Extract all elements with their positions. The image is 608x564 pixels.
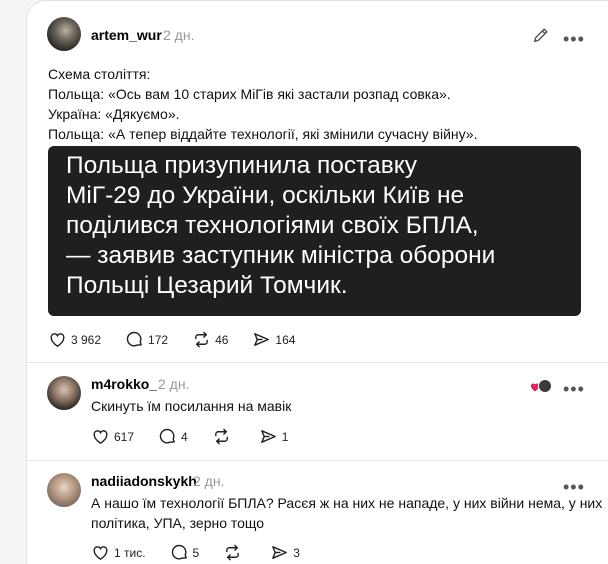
comment-count: 172: [148, 332, 169, 347]
banner-line: поділився технологіями своїх БПЛА,: [66, 212, 479, 239]
share-button[interactable]: 164: [252, 330, 295, 349]
share-icon: [254, 333, 270, 346]
comment-line: А нашо їм технології БПЛА? Расєя ж на ни…: [91, 495, 603, 511]
like-button[interactable]: 3 962: [48, 330, 101, 349]
share-button[interactable]: 3: [270, 543, 300, 562]
comment-text: Скинуть їм посилання на мавік: [91, 398, 292, 414]
post-text: Схема століття: Польща: «Ось вам 10 стар…: [48, 64, 477, 144]
reactions[interactable]: [530, 379, 552, 393]
comment-button[interactable]: 5: [170, 543, 200, 562]
share-icon: [272, 546, 288, 559]
post-line: Схема століття:: [48, 66, 151, 82]
repost-button[interactable]: [223, 543, 246, 562]
image-banner[interactable]: Польща призупинила поставку МіГ-29 до Ук…: [48, 146, 581, 316]
heart-icon: [530, 383, 540, 392]
banner-line: — заявив заступник міністра оборони: [66, 242, 496, 269]
username[interactable]: artem_wur: [91, 27, 162, 43]
more-icon[interactable]: •••: [563, 30, 585, 48]
like-button[interactable]: 617: [91, 427, 134, 446]
banner-line: Польща призупинила поставку: [66, 152, 418, 179]
repost-count: 46: [215, 332, 229, 347]
heart-icon: [50, 333, 65, 347]
share-count: 164: [275, 332, 296, 347]
username[interactable]: m4rokko_: [91, 376, 157, 392]
repost-icon: [226, 544, 240, 561]
like-button[interactable]: 1 тис.: [91, 543, 146, 562]
divider: [27, 362, 608, 363]
comment-count: 4: [181, 429, 188, 444]
comment-text: А нашо їм технології БПЛА? Расєя ж на ни…: [91, 493, 602, 533]
avatar[interactable]: [47, 376, 81, 410]
heart-icon: [93, 546, 108, 560]
timestamp: 2 дн.: [163, 27, 195, 43]
avatar[interactable]: [47, 473, 81, 507]
comment-button[interactable]: 172: [125, 330, 168, 349]
like-count: 1 тис.: [114, 545, 146, 560]
share-count: 3: [293, 545, 300, 560]
like-count: 3 962: [71, 332, 102, 347]
like-count: 617: [114, 429, 135, 444]
pencil-icon[interactable]: [532, 26, 550, 44]
post-line: Польща: «А тепер віддайте технології, як…: [48, 126, 478, 142]
timestamp: 2 дн.: [193, 473, 225, 489]
share-icon: [260, 430, 276, 443]
share-count: 1: [281, 429, 289, 444]
divider: [27, 460, 608, 461]
banner-line: МіГ-29 до України, оскільки Київ не: [66, 182, 465, 209]
timestamp: 2 дн.: [158, 376, 190, 392]
avatar: [538, 379, 552, 393]
more-icon[interactable]: •••: [563, 478, 585, 496]
post-line: Україна: «Дякуємо».: [48, 106, 180, 122]
thread-card: artem_wur 2 дн. ••• Схема століття: Поль…: [26, 0, 608, 564]
comment-button[interactable]: 4: [158, 427, 188, 446]
more-icon[interactable]: •••: [563, 380, 585, 398]
username[interactable]: nadiiadonskykh: [91, 473, 197, 489]
comment-icon: [126, 331, 143, 347]
post-actions: 617 4 1: [91, 427, 312, 446]
comment-icon: [171, 544, 187, 560]
share-button[interactable]: 1: [259, 427, 289, 446]
banner-line: Польщі Цезарий Томчик.: [66, 272, 348, 299]
comment-count: 5: [192, 545, 200, 560]
post-actions: 1 тис. 5 3: [91, 543, 324, 562]
repost-button[interactable]: [212, 427, 235, 446]
post-actions: 3 962 172 46 164: [48, 330, 319, 349]
avatar[interactable]: [47, 17, 81, 51]
comment-icon: [159, 428, 176, 444]
repost-button[interactable]: 46: [192, 330, 228, 349]
comment-line: політика, УПА, зерно тощо: [91, 515, 265, 531]
heart-icon: [93, 430, 108, 444]
repost-icon: [195, 331, 208, 348]
post-line: Польща: «Ось вам 10 старих МіГів які зас…: [48, 86, 451, 102]
repost-icon: [214, 428, 228, 445]
